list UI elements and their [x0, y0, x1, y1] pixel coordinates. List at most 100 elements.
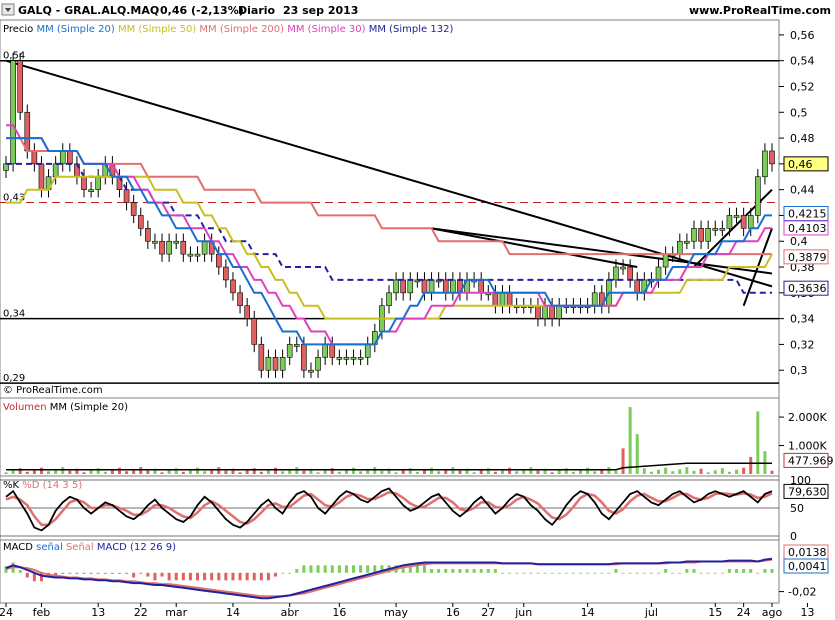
macd-histogram-bar — [125, 572, 129, 574]
date-label: 23 sep 2013 — [283, 4, 358, 17]
macd-histogram-bar — [749, 569, 753, 573]
candle — [634, 279, 641, 294]
candle — [386, 292, 392, 307]
macd-histogram-bar — [536, 572, 540, 574]
candle — [769, 150, 775, 165]
macd-histogram-bar — [146, 572, 150, 577]
macd-histogram-bar — [196, 572, 199, 581]
candle — [137, 215, 144, 229]
x-tick-label: 16 — [446, 606, 460, 619]
legend-item: MM (Simple 200) — [196, 24, 284, 35]
candle — [620, 266, 626, 270]
volume-bar — [515, 471, 519, 474]
watermark: © ProRealTime.com — [3, 385, 103, 396]
price-tick-label: 0,54 — [790, 55, 815, 68]
volume-bar — [713, 470, 717, 474]
x-tick-label: jun — [514, 606, 532, 619]
macd-histogram-bar — [628, 572, 632, 574]
legend-item: Señal — [63, 542, 94, 553]
macd-histogram-bar — [359, 565, 363, 573]
candle — [627, 266, 633, 281]
macd-histogram-bar — [231, 572, 235, 581]
macd-histogram-bar — [82, 572, 86, 574]
candle — [230, 279, 236, 294]
volume-bar — [146, 470, 150, 474]
macd-histogram-bar — [259, 572, 263, 581]
macd-histogram-bar — [302, 565, 306, 573]
volume-bar — [742, 467, 746, 474]
website-label[interactable]: www.ProRealTime.com — [689, 4, 831, 17]
price-tag: 0,4103 — [788, 222, 827, 235]
price-tick-label: 0,52 — [790, 80, 815, 93]
candle — [215, 253, 222, 268]
candle — [67, 150, 73, 165]
x-tick-label: feb — [33, 606, 51, 619]
macd-histogram-bar — [337, 565, 341, 573]
volume-bar — [274, 467, 278, 474]
quote-change: 0,46 (-2,13%) — [160, 4, 244, 17]
candle — [492, 292, 499, 307]
macd-histogram-bar — [607, 572, 611, 574]
macd-histogram-bar — [437, 569, 441, 573]
candle — [556, 305, 563, 319]
macd-histogram-bar — [564, 572, 568, 574]
macd-histogram-bar — [422, 565, 426, 573]
price-legend: Precio MM (Simple 20) MM (Simple 50) MM … — [3, 24, 453, 35]
macd-histogram-bar — [139, 572, 143, 574]
period-label: Diario — [238, 4, 276, 17]
x-tick-label: 13 — [91, 606, 105, 619]
volume-bar — [25, 471, 29, 474]
macd-histogram-bar — [479, 569, 483, 573]
stock-chart: GALQ - GRAL.ALQ.MAQ 0,46 (-2,13%) Diario… — [0, 0, 835, 619]
candle — [336, 357, 343, 360]
macd-histogram-bar — [430, 569, 434, 573]
macd-histogram-bar — [642, 572, 646, 574]
legend-item: MM (Simple 30) — [284, 24, 366, 35]
volume-bar — [557, 470, 561, 474]
candle — [95, 176, 102, 190]
x-tick-label: mar — [165, 606, 187, 619]
candle — [52, 163, 59, 178]
candle — [506, 292, 513, 307]
macd-histogram-bar — [309, 565, 313, 573]
volume-bar — [373, 467, 377, 474]
collapse-icon[interactable] — [1, 3, 15, 16]
candle — [691, 228, 697, 242]
macd-histogram-bar — [727, 569, 731, 573]
candle — [400, 279, 406, 294]
volume-bar — [586, 467, 590, 474]
volume-bar — [401, 470, 405, 474]
macd-histogram-bar — [770, 569, 774, 573]
volume-bar — [614, 470, 618, 474]
volume-bar — [756, 411, 760, 474]
volume-bar — [61, 467, 65, 474]
macd-histogram-bar — [515, 572, 519, 574]
volume-bar — [238, 472, 242, 474]
x-tick-label: may — [384, 606, 408, 619]
volume-bar — [316, 472, 320, 474]
volume-tag: 477.969 — [788, 454, 834, 467]
volume-bar — [380, 470, 384, 474]
candle — [350, 357, 357, 360]
volume-bar — [295, 467, 299, 474]
volume-bar — [671, 471, 675, 474]
legend-item: %D (14 3 5) — [19, 480, 82, 491]
symbol-title: GALQ - GRAL.ALQ.MAQ — [18, 4, 159, 17]
volume-bar — [89, 470, 93, 474]
candle — [755, 176, 761, 216]
candle — [301, 344, 307, 371]
macd-histogram-bar — [203, 572, 207, 581]
candle — [322, 344, 328, 358]
candle — [152, 240, 158, 244]
volume-bar — [685, 467, 689, 474]
macd-histogram-bar — [763, 569, 767, 573]
macd-histogram-bar — [323, 565, 327, 573]
candle — [442, 279, 449, 294]
macd-histogram-bar — [557, 572, 561, 574]
price-panel — [0, 19, 780, 399]
macd-tag: 0,0138 — [788, 546, 827, 559]
candle — [549, 305, 555, 319]
macd-histogram-bar — [451, 569, 455, 573]
x-tick-label: ago — [762, 606, 783, 619]
macd-histogram-bar — [252, 572, 256, 581]
